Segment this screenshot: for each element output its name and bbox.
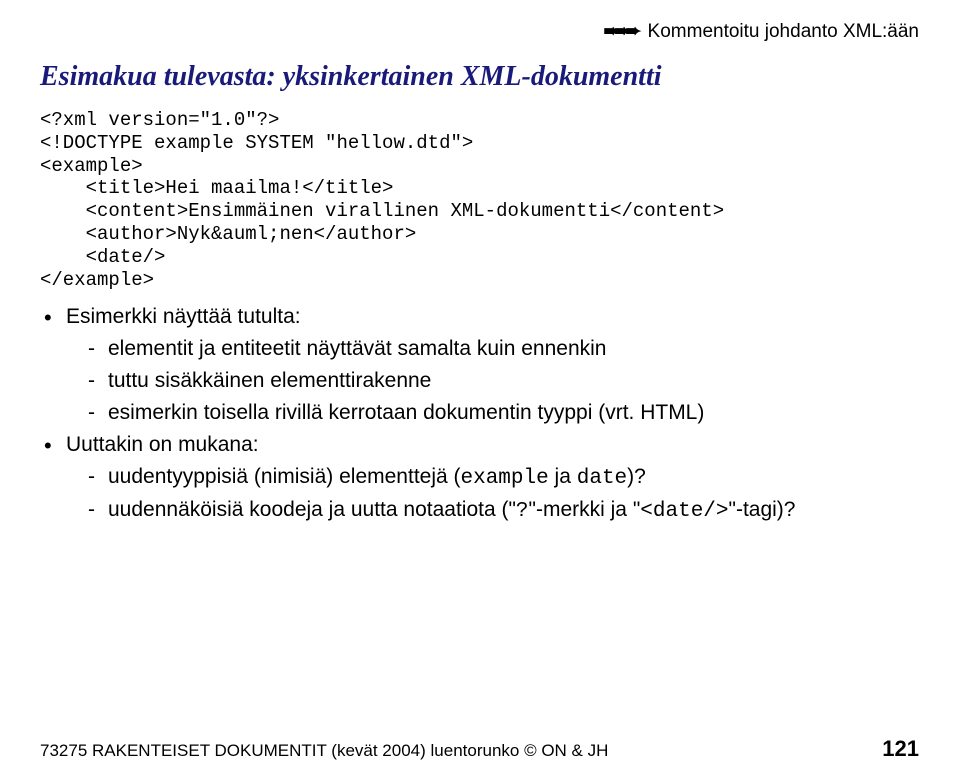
bullet-dash-icon: - <box>88 337 108 361</box>
bullet-dash-icon: - <box>88 465 108 489</box>
footer-text: 73275 RAKENTEISET DOKUMENTIT (kevät 2004… <box>40 741 608 761</box>
bullet-level2: -uudennäköisiä koodeja ja uutta notaatio… <box>88 498 919 523</box>
page-footer: 73275 RAKENTEISET DOKUMENTIT (kevät 2004… <box>40 736 919 762</box>
bullet-dash-icon: - <box>88 401 108 425</box>
bullet-dash-icon: - <box>88 369 108 393</box>
bullet-level1: •Esimerkki näyttää tutulta: <box>44 305 919 329</box>
bullet-text: uudennäköisiä koodeja ja uutta notaatiot… <box>108 498 795 521</box>
bullet-dash-icon: - <box>88 498 108 522</box>
bullet-level2: -elementit ja entiteetit näyttävät samal… <box>88 337 919 361</box>
bullet-text: tuttu sisäkkäinen elementtirakenne <box>108 369 431 392</box>
bullet-level1: •Uuttakin on mukana: <box>44 433 919 457</box>
bullet-text: esimerkin toisella rivillä kerrotaan dok… <box>108 401 704 424</box>
bullet-dot-icon: • <box>44 435 66 457</box>
bullet-text: uudentyyppisiä (nimisiä) elementtejä (ex… <box>108 465 646 488</box>
page-number: 121 <box>882 736 919 762</box>
arrow-icon: ➨➨➨ <box>604 21 637 42</box>
bullet-level2: -uudentyyppisiä (nimisiä) elementtejä (e… <box>88 465 919 490</box>
bullet-text: Esimerkki näyttää tutulta: <box>66 305 301 328</box>
chapter-header: ➨➨➨ Kommentoitu johdanto XML:ään <box>40 20 919 43</box>
bullet-dot-icon: • <box>44 307 66 329</box>
page-title: Esimakua tulevasta: yksinkertainen XML-d… <box>40 61 919 93</box>
bullet-text: Uuttakin on mukana: <box>66 433 259 456</box>
bullet-level2: -esimerkin toisella rivillä kerrotaan do… <box>88 401 919 425</box>
chapter-title: Kommentoitu johdanto XML:ään <box>648 21 919 42</box>
bullet-text: elementit ja entiteetit näyttävät samalt… <box>108 337 606 360</box>
code-block: <?xml version="1.0"?> <!DOCTYPE example … <box>40 109 919 291</box>
bullet-level2: -tuttu sisäkkäinen elementtirakenne <box>88 369 919 393</box>
